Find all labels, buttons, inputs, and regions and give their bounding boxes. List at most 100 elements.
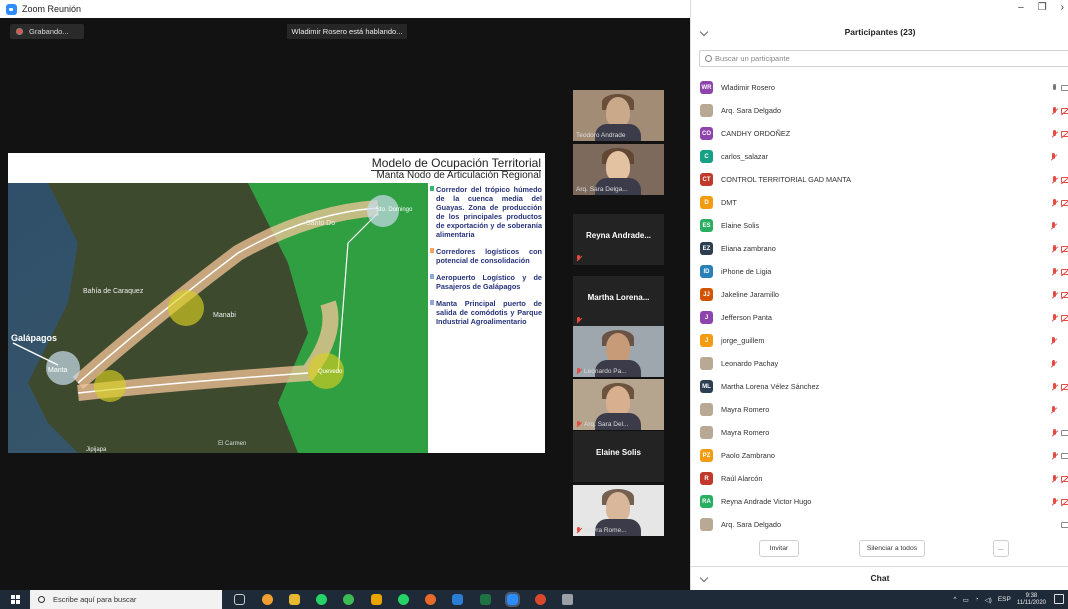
participant-status-icons: [1051, 474, 1068, 483]
network-icon[interactable]: ▭: [963, 596, 969, 604]
video-thumbnail[interactable]: Arq. Sara Delga...: [573, 144, 664, 195]
label-manta: Manta: [48, 367, 68, 374]
participant-row[interactable]: J Jefferson Panta: [691, 306, 1068, 329]
participant-name: jorge_guillem: [721, 336, 765, 345]
notifications-icon[interactable]: [1054, 594, 1064, 604]
chevron-down-icon[interactable]: [699, 27, 709, 37]
file-explorer-icon[interactable]: [289, 594, 300, 605]
legend-text: Manta Principal puerto de salida de comó…: [436, 299, 542, 326]
zoom-taskbar-icon[interactable]: [505, 592, 520, 607]
taskbar-search-box[interactable]: Escribe aquí para buscar: [30, 590, 222, 609]
invite-button[interactable]: Invitar: [759, 540, 799, 557]
mic-muted-icon: [1051, 313, 1058, 322]
thumbnail-name: Leonardo Pa...: [576, 367, 627, 375]
paint-icon[interactable]: [425, 594, 436, 605]
participant-row[interactable]: ID iPhone de Ligia: [691, 260, 1068, 283]
recording-indicator[interactable]: Grabando...: [10, 24, 84, 39]
participant-row[interactable]: Mayra Romero: [691, 421, 1068, 444]
participant-row[interactable]: Leonardo Pachay: [691, 352, 1068, 375]
participant-row[interactable]: ES Elaine Solis: [691, 214, 1068, 237]
participant-row[interactable]: Jjorge_guillem: [691, 329, 1068, 352]
app-icon[interactable]: [562, 594, 573, 605]
label-sto-domingo: Sto. Domingo: [376, 207, 413, 213]
avatar: ID: [700, 265, 713, 278]
participant-row[interactable]: CO CANDHY ORDOÑEZ: [691, 122, 1068, 145]
chevron-up-icon[interactable]: ^: [954, 596, 957, 603]
video-camera-icon: [1061, 84, 1068, 91]
video-thumbnail[interactable]: Elaine Solis: [573, 431, 664, 482]
participants-panel: – ❐ › Participantes (23) Buscar un parti…: [690, 0, 1068, 590]
mic-muted-icon: [576, 255, 582, 262]
whatsapp-icon[interactable]: [316, 594, 327, 605]
participant-search-input[interactable]: Buscar un participante: [699, 50, 1068, 67]
participant-row[interactable]: R Raúl Alarcón: [691, 467, 1068, 490]
video-thumbnail[interactable]: Teodoro Andrade: [573, 90, 664, 141]
participant-status-icons: [1051, 106, 1068, 115]
participant-row[interactable]: CT CONTROL TERRITORIAL GAD MANTA: [691, 168, 1068, 191]
participant-row[interactable]: Arq. Sara Delgado: [691, 513, 1068, 536]
chrome-alt-icon[interactable]: [343, 594, 354, 605]
participant-status-icons: [1051, 290, 1068, 299]
mic-muted-icon: [1050, 405, 1057, 414]
sticky-notes-icon[interactable]: [371, 594, 382, 605]
language-indicator[interactable]: ESP: [998, 596, 1011, 603]
avatar: CT: [700, 173, 713, 186]
participant-name: Paolo Zambrano: [721, 451, 775, 460]
video-thumbnail[interactable]: Mayra Rome...: [573, 485, 664, 536]
word-icon[interactable]: [452, 594, 463, 605]
more-options-button[interactable]: ...: [993, 540, 1009, 557]
mic-muted-icon: [1051, 382, 1058, 391]
chrome-icon[interactable]: [262, 594, 273, 605]
participant-name: Elaine Solis: [721, 221, 760, 230]
mic-muted-icon: [1051, 428, 1058, 437]
participant-row[interactable]: ML Martha Lorena Vélez Sánchez: [691, 375, 1068, 398]
video-off-icon: [1061, 107, 1068, 114]
volume-icon[interactable]: ◁): [985, 596, 992, 604]
wifi-icon[interactable]: ◔: [975, 596, 979, 603]
window-title: Zoom Reunión: [22, 4, 82, 14]
mute-all-button[interactable]: Silenciar a todos: [859, 540, 925, 557]
participant-row[interactable]: WR Wladimir Rosero: [691, 76, 1068, 99]
thumbnail-name-text: Martha Lorena...: [587, 293, 650, 302]
windows-start-icon[interactable]: [11, 595, 20, 604]
avatar: C: [700, 150, 713, 163]
excel-icon[interactable]: [480, 594, 491, 605]
mic-muted-icon: [1051, 106, 1058, 115]
zoom-logo-icon: [6, 3, 17, 15]
video-thumbnail[interactable]: Reyna Andrade...: [573, 214, 664, 265]
participant-row[interactable]: Arq. Sara Delgado: [691, 99, 1068, 122]
participant-name: Arq. Sara Delgado: [721, 106, 782, 115]
legend-text: Aeropuerto Logístico y de Pasajeros de G…: [436, 273, 542, 291]
participant-row[interactable]: Ccarlos_salazar: [691, 145, 1068, 168]
participant-status-icons: [1051, 267, 1068, 276]
participant-name: Jakeline Jaramillo: [721, 290, 779, 299]
close-icon[interactable]: ›: [1061, 2, 1064, 13]
task-view-icon[interactable]: [234, 594, 245, 605]
video-thumbnail[interactable]: Leonardo Pa...: [573, 326, 664, 377]
restore-icon[interactable]: ❐: [1038, 2, 1047, 13]
video-camera-icon: [1061, 452, 1068, 459]
zoom-window: Zoom Reunión Grabando... Wladimir Rosero…: [0, 0, 1068, 609]
clock[interactable]: 9:38 11/11/2020: [1017, 593, 1046, 607]
whatsapp-alt-icon[interactable]: [398, 594, 409, 605]
participant-row[interactable]: PZ Paolo Zambrano: [691, 444, 1068, 467]
label-santo-domingo: Santo Do: [306, 220, 335, 227]
video-thumbnail[interactable]: Arq. Sara Del...: [573, 379, 664, 430]
label-quevedo: Quevedo: [318, 369, 343, 375]
chat-section-header[interactable]: Chat: [691, 566, 1068, 588]
participant-row[interactable]: D DMT: [691, 191, 1068, 214]
participant-row[interactable]: JJ Jakeline Jaramillo: [691, 283, 1068, 306]
mic-muted-icon: [1050, 152, 1057, 161]
minimize-icon[interactable]: –: [1018, 2, 1024, 13]
window-controls: – ❐ ›: [1018, 2, 1064, 13]
participant-row[interactable]: RA Reyna Andrade Victor Hugo: [691, 490, 1068, 513]
brave-icon[interactable]: [535, 594, 546, 605]
thumbnail-name: Arq. Sara Delga...: [576, 186, 628, 193]
participant-status-icons: [1051, 521, 1068, 528]
avatar: WR: [700, 81, 713, 94]
video-thumbnail[interactable]: Martha Lorena...: [573, 276, 664, 327]
participant-row[interactable]: EZ Eliana zambrano: [691, 237, 1068, 260]
participant-row[interactable]: Mayra Romero: [691, 398, 1068, 421]
avatar: ML: [700, 380, 713, 393]
participant-status-icons: [1051, 83, 1068, 92]
